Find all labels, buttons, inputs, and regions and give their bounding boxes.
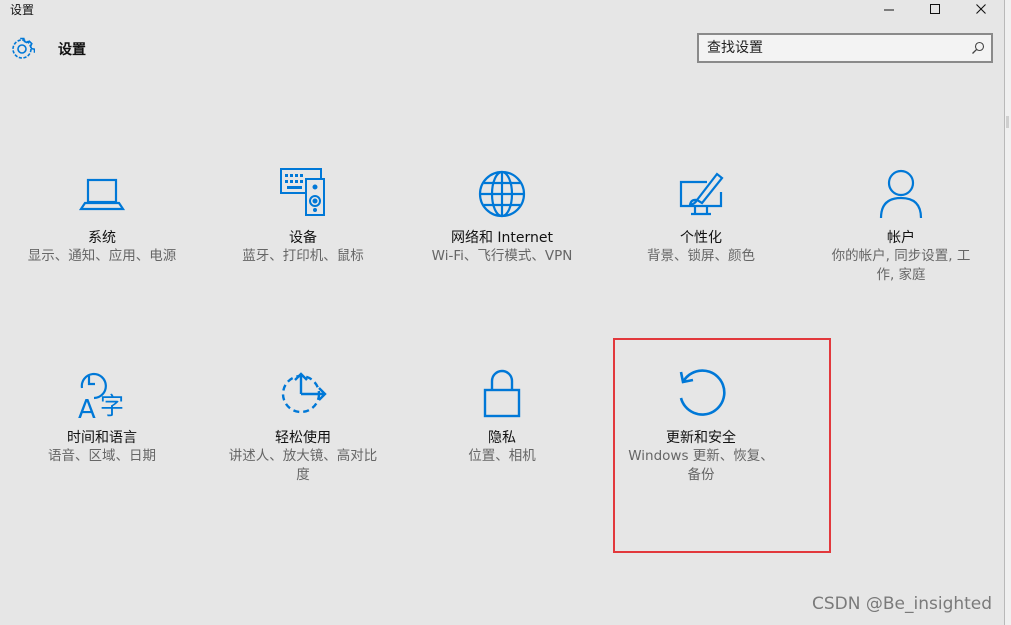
- window-title: 设置: [10, 3, 35, 17]
- tile-accounts-desc: 你的帐户, 同步设置, 工作, 家庭: [831, 248, 971, 283]
- tile-ease-of-access-label: 轻松使用: [275, 430, 331, 446]
- tile-devices[interactable]: 设备 蓝牙、打印机、鼠标: [213, 166, 393, 336]
- tile-devices-label: 设备: [289, 230, 317, 246]
- svg-text:A: A: [78, 395, 96, 422]
- tile-network[interactable]: 网络和 Internet Wi-Fi、飞行模式、VPN: [412, 166, 592, 336]
- tile-ease-of-access-desc: 讲述人、放大镜、高对比度: [228, 448, 378, 483]
- background-window-edge: [1004, 0, 1011, 625]
- tile-time-language-desc: 语音、区域、日期: [48, 448, 156, 464]
- globe-icon: [474, 166, 530, 222]
- edge-scroll-marker: [1006, 116, 1009, 128]
- tile-accounts-label: 帐户: [887, 230, 915, 246]
- title-bar: 设置: [0, 0, 1004, 18]
- tile-ease-of-access[interactable]: 轻松使用 讲述人、放大镜、高对比度: [213, 366, 393, 536]
- minimize-button[interactable]: [866, 0, 912, 18]
- tile-network-desc: Wi-Fi、飞行模式、VPN: [431, 248, 573, 264]
- svg-text:字: 字: [100, 392, 124, 420]
- tile-devices-desc: 蓝牙、打印机、鼠标: [242, 248, 364, 264]
- tile-system-label: 系统: [88, 230, 116, 246]
- tile-system[interactable]: 系统 显示、通知、应用、电源: [12, 166, 192, 336]
- tile-personalization-label: 个性化: [680, 230, 722, 246]
- search-icon[interactable]: [971, 41, 985, 55]
- lock-icon: [474, 366, 530, 422]
- search-input[interactable]: [707, 39, 957, 57]
- tile-personalization[interactable]: 个性化 背景、锁屏、颜色: [611, 166, 791, 336]
- header: 设置: [0, 30, 1004, 66]
- close-button[interactable]: [958, 0, 1004, 18]
- tile-time-language-label: 时间和语言: [67, 430, 137, 446]
- tile-privacy-label: 隐私: [488, 430, 516, 446]
- person-icon: [873, 166, 929, 222]
- tile-system-desc: 显示、通知、应用、电源: [27, 248, 177, 264]
- paint-brush-icon: [673, 166, 729, 222]
- ease-of-access-icon: [275, 366, 331, 422]
- tile-accounts[interactable]: 帐户 你的帐户, 同步设置, 工作, 家庭: [811, 166, 991, 336]
- minimize-icon: [884, 9, 894, 11]
- time-language-icon: A字: [74, 366, 130, 422]
- maximize-button[interactable]: [912, 0, 958, 18]
- gear-icon: [12, 37, 35, 59]
- keyboard-speaker-icon: [275, 166, 331, 222]
- highlight-box: [613, 338, 831, 553]
- tile-privacy-desc: 位置、相机: [468, 448, 536, 464]
- tile-network-label: 网络和 Internet: [450, 230, 554, 246]
- page-title: 设置: [58, 42, 86, 58]
- tile-time-language[interactable]: A字 时间和语言 语音、区域、日期: [12, 366, 192, 536]
- maximize-icon: [930, 4, 940, 14]
- search-box[interactable]: [697, 33, 993, 63]
- laptop-icon: [74, 166, 130, 222]
- settings-window: 设置 设置 系统: [0, 0, 1004, 625]
- close-icon: [976, 4, 986, 14]
- watermark: CSDN @Be_insighted: [812, 594, 993, 614]
- tile-personalization-desc: 背景、锁屏、颜色: [647, 248, 755, 264]
- tile-privacy[interactable]: 隐私 位置、相机: [412, 366, 592, 536]
